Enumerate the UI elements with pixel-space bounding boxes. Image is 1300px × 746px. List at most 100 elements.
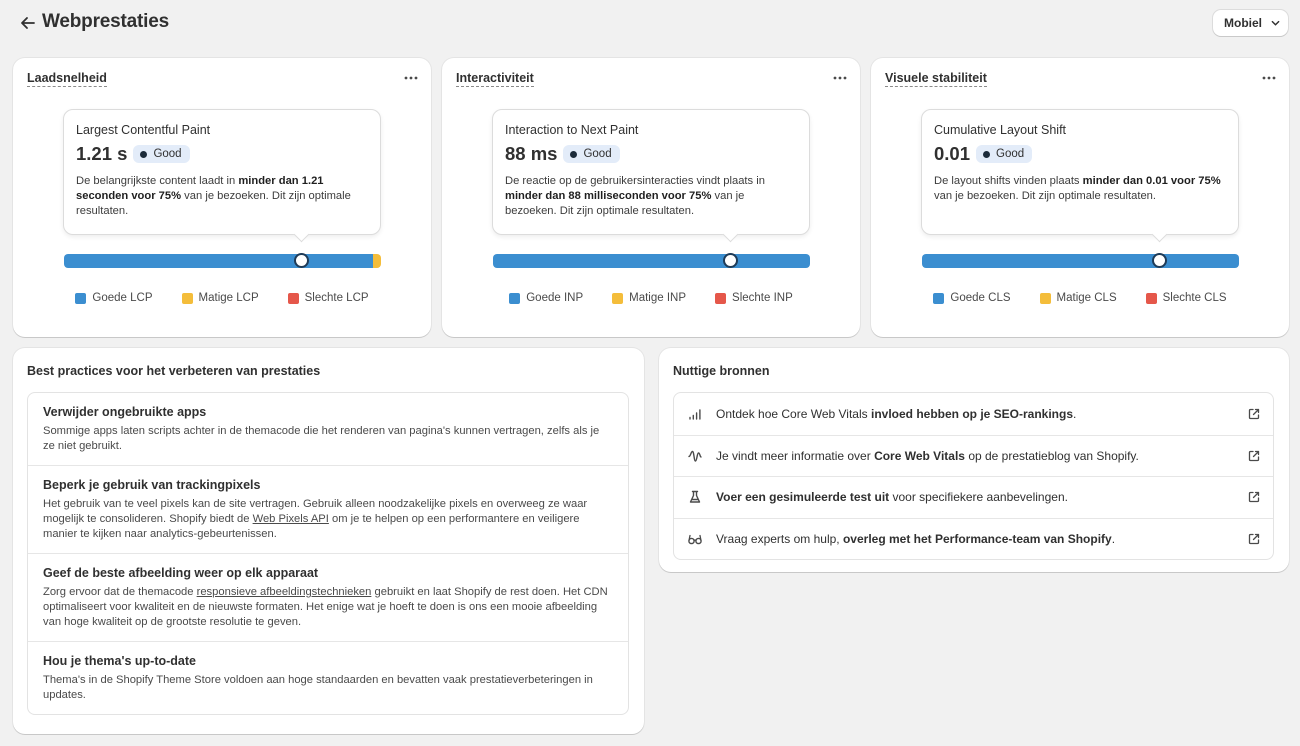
resource-text-part: Core Web Vitals — [874, 448, 965, 463]
external-link-icon[interactable] — [1247, 407, 1261, 421]
status-label: Good — [153, 148, 182, 160]
best-practices-list: Verwijder ongebruikte apps Sommige apps l… — [27, 392, 629, 715]
legend-poor: Slechte CLS — [1145, 292, 1227, 304]
best-practice-text: Zorg ervoor dat de themacode responsieve… — [43, 585, 613, 630]
resource-text-part: . — [1111, 531, 1116, 546]
best-practice-text: Thema's in de Shopify Theme Store voldoe… — [43, 673, 613, 703]
legend-good: Goede LCP — [75, 292, 153, 304]
metric-description: De belangrijkste content laadt in minder… — [76, 174, 368, 219]
resource-text-part: Je vindt meer informatie over — [716, 448, 875, 463]
status-dot-icon — [983, 150, 991, 158]
resource-item[interactable]: Voer een gesimuleerde test uit voor spec… — [674, 476, 1273, 518]
device-select-label: Mobiel — [1224, 16, 1262, 30]
legend-label: Slechte CLS — [1162, 292, 1227, 304]
best-practice-item: Beperk je gebruik van trackingpixels Het … — [28, 465, 628, 553]
resource-text: Ontdek hoe Core Web Vitals invloed hebbe… — [716, 407, 1247, 421]
card-title: Visuele stabiliteit — [885, 71, 987, 87]
best-practices-card: Best practices voor het verbeteren van p… — [13, 348, 644, 734]
description-part: De reactie op de gebruikersinteracties v… — [505, 175, 765, 187]
legend-swatch — [75, 292, 87, 304]
metric-name: Cumulative Layout Shift — [934, 123, 1067, 137]
resource-text: Voer een gesimuleerde test uit voor spec… — [716, 490, 1247, 504]
metric-distribution-bar — [64, 254, 381, 268]
page-header: Webprestaties Mobiel — [14, 10, 1288, 36]
more-options-icon[interactable] — [832, 71, 848, 85]
resource-item[interactable]: Je vindt meer informatie over Core Web V… — [674, 434, 1273, 477]
external-link-icon[interactable] — [1247, 449, 1261, 463]
legend-good: Goede INP — [509, 292, 583, 304]
bar-good-segment — [493, 254, 810, 268]
resource-item[interactable]: Ontdek hoe Core Web Vitals invloed hebbe… — [674, 393, 1273, 435]
legend-label: Slechte INP — [732, 292, 793, 304]
legend-average: Matige CLS — [1039, 292, 1117, 304]
metric-description: De layout shifts vinden plaats minder da… — [934, 174, 1226, 204]
inline-link[interactable]: Web Pixels API — [253, 513, 329, 525]
text-part: Zorg ervoor dat de themacode — [43, 586, 197, 598]
metric-value: 0.01 — [934, 143, 971, 164]
more-options-icon[interactable] — [403, 71, 419, 85]
bar-good-segment — [64, 254, 374, 268]
metric-card-cls: Visuele stabiliteit Cumulative Layout Shi… — [871, 58, 1289, 337]
back-arrow-icon[interactable] — [16, 11, 40, 35]
resource-text-part: op de prestatieblog van Shopify. — [964, 448, 1139, 463]
best-practice-title: Geef de beste afbeelding weer op elk app… — [43, 566, 319, 580]
legend-swatch — [1039, 292, 1051, 304]
metric-tooltip: Cumulative Layout Shift 0.01 Good De layout… — [921, 109, 1239, 243]
best-practice-title: Hou je thema's up-to-date — [43, 654, 196, 668]
legend-swatch — [509, 292, 521, 304]
legend-label: Goede LCP — [92, 292, 153, 304]
metric-legend: Goede INP Matige INP Slechte INP — [442, 292, 860, 304]
bar-average-segment — [373, 254, 381, 268]
card-title: Interactiviteit — [456, 71, 534, 87]
best-practice-text: Het gebruik van te veel pixels kan de si… — [43, 497, 613, 542]
description-part: De belangrijkste content laadt in — [76, 175, 239, 187]
resource-item[interactable]: Vraag experts om hulp, overleg met het P… — [674, 517, 1273, 560]
description-part: minder dan 0.01 voor 75% — [1082, 175, 1221, 187]
metric-value-row: 1.21 s Good — [76, 143, 368, 165]
wave-icon — [688, 450, 702, 462]
metric-legend: Goede LCP Matige LCP Slechte LCP — [13, 292, 431, 304]
legend-label: Matige INP — [629, 292, 687, 304]
text-part: Sommige apps laten scripts achter in de … — [43, 425, 600, 452]
device-select[interactable]: Mobiel — [1213, 10, 1288, 36]
description-part: van je bezoeken. Dit zijn optimale resul… — [934, 190, 1157, 202]
metric-legend: Goede CLS Matige CLS Slechte CLS — [871, 292, 1289, 304]
legend-label: Slechte LCP — [304, 292, 369, 304]
resource-text-part: Voer een gesimuleerde test uit — [716, 490, 890, 505]
glasses-icon — [688, 534, 702, 545]
inline-link[interactable]: responsieve afbeeldingstechnieken — [197, 586, 372, 598]
legend-swatch — [1145, 292, 1157, 304]
best-practice-title: Verwijder ongebruikte apps — [43, 405, 207, 419]
metric-tooltip: Interaction to Next Paint 88 ms Good De rea… — [492, 109, 810, 243]
metric-name: Largest Contentful Paint — [76, 123, 211, 137]
description-part: minder dan 88 milliseconden voor 75% — [505, 190, 712, 202]
metric-name: Interaction to Next Paint — [505, 123, 639, 137]
resource-text-part: invloed hebben op je SEO-rankings — [870, 406, 1074, 421]
legend-label: Matige LCP — [198, 292, 259, 304]
status-badge: Good — [563, 145, 620, 163]
chevron-down-icon — [1271, 20, 1280, 26]
legend-average: Matige LCP — [181, 292, 259, 304]
more-options-icon[interactable] — [1261, 71, 1277, 85]
resources-title: Nuttige bronnen — [673, 364, 770, 378]
metric-tooltip: Largest Contentful Paint 1.21 s Good De bel… — [63, 109, 381, 243]
legend-label: Goede INP — [526, 292, 584, 304]
legend-label: Goede CLS — [950, 292, 1011, 304]
legend-label: Matige CLS — [1056, 292, 1117, 304]
status-dot-icon — [570, 150, 578, 158]
status-badge: Good — [976, 145, 1033, 163]
best-practices-title: Best practices voor het verbeteren van p… — [27, 364, 321, 378]
external-link-icon[interactable] — [1247, 532, 1261, 546]
best-practice-text: Sommige apps laten scripts achter in de … — [43, 424, 613, 454]
resource-text: Vraag experts om hulp, overleg met het P… — [716, 532, 1247, 546]
legend-poor: Slechte INP — [715, 292, 793, 304]
resource-text-part: . — [1073, 406, 1077, 421]
flask-icon — [689, 491, 701, 503]
bar-good-segment — [922, 254, 1239, 268]
metric-value: 1.21 s — [76, 143, 128, 164]
card-title: Laadsnelheid — [27, 71, 107, 87]
legend-swatch — [612, 292, 624, 304]
legend-swatch — [287, 292, 299, 304]
external-link-icon[interactable] — [1247, 490, 1261, 504]
text-part: Thema's in de Shopify Theme Store voldoe… — [43, 674, 593, 701]
